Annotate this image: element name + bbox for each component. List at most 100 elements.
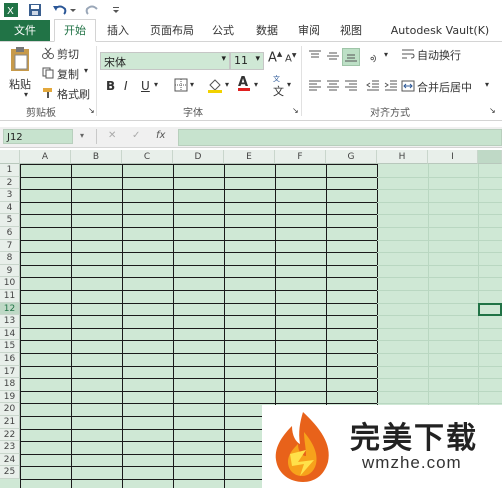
table-cell[interactable] xyxy=(173,441,225,455)
table-cell[interactable] xyxy=(122,353,174,367)
table-cell[interactable] xyxy=(122,214,174,228)
table-cell[interactable] xyxy=(326,164,378,178)
table-cell[interactable] xyxy=(122,365,174,380)
table-cell[interactable] xyxy=(20,164,72,178)
table-cell[interactable] xyxy=(275,214,327,228)
table-cell[interactable] xyxy=(71,201,123,216)
table-cell[interactable] xyxy=(224,164,276,178)
underline-button[interactable]: U xyxy=(141,79,150,93)
table-cell[interactable] xyxy=(71,227,123,241)
tab-review[interactable]: 审阅 xyxy=(292,20,326,41)
table-cell[interactable] xyxy=(20,390,72,405)
align-bottom-icon[interactable] xyxy=(342,48,360,66)
table-cell[interactable] xyxy=(122,390,174,405)
fill-color-icon[interactable] xyxy=(207,77,223,96)
table-cell[interactable] xyxy=(122,302,174,317)
table-cell[interactable] xyxy=(20,365,72,380)
table-cell[interactable] xyxy=(275,201,327,216)
table-cell[interactable] xyxy=(20,378,72,392)
shrink-font-button[interactable]: A▼ xyxy=(285,52,296,64)
font-name-select[interactable]: 宋体 ▾ xyxy=(100,52,230,70)
table-cell[interactable] xyxy=(224,227,276,241)
cut-button[interactable]: 剪切 xyxy=(57,46,79,62)
table-cell[interactable] xyxy=(20,441,72,455)
table-cell[interactable] xyxy=(173,466,225,480)
table-cell[interactable] xyxy=(122,453,174,468)
table-cell[interactable] xyxy=(326,340,378,354)
row-header-13[interactable]: 13 xyxy=(0,315,20,328)
tab-home[interactable]: 开始 xyxy=(54,19,96,42)
table-cell[interactable] xyxy=(224,214,276,228)
table-cell[interactable] xyxy=(71,403,123,417)
font-color-dropdown-icon[interactable]: ▾ xyxy=(254,80,258,89)
table-cell[interactable] xyxy=(122,403,174,417)
font-size-select[interactable]: 11 ▾ xyxy=(230,52,264,70)
table-cell[interactable] xyxy=(326,290,378,304)
table-cell[interactable] xyxy=(275,353,327,367)
row-header-20[interactable]: 20 xyxy=(0,403,20,416)
table-cell[interactable] xyxy=(20,176,72,191)
table-cell[interactable] xyxy=(326,239,378,254)
wrap-text-icon[interactable] xyxy=(401,47,415,64)
table-cell[interactable] xyxy=(71,277,123,291)
row-header-5[interactable]: 5 xyxy=(0,214,20,227)
font-launcher-icon[interactable]: ↘ xyxy=(292,106,299,115)
table-cell[interactable] xyxy=(20,302,72,317)
cut-icon[interactable] xyxy=(42,47,54,62)
table-cell[interactable] xyxy=(122,252,174,266)
fill-color-dropdown-icon[interactable]: ▾ xyxy=(225,80,229,89)
table-cell[interactable] xyxy=(71,378,123,392)
bold-button[interactable]: B xyxy=(106,79,115,93)
table-cell[interactable] xyxy=(122,327,174,342)
table-cell[interactable] xyxy=(173,403,225,417)
table-cell[interactable] xyxy=(71,302,123,317)
formula-input[interactable] xyxy=(178,129,502,146)
namebox-dropdown-icon[interactable]: ▾ xyxy=(80,131,84,140)
table-cell[interactable] xyxy=(173,201,225,216)
table-cell[interactable] xyxy=(275,252,327,266)
table-cell[interactable] xyxy=(173,315,225,329)
row-header-11[interactable]: 11 xyxy=(0,290,20,303)
table-cell[interactable] xyxy=(275,340,327,354)
table-cell[interactable] xyxy=(275,189,327,203)
table-cell[interactable] xyxy=(275,164,327,178)
table-cell[interactable] xyxy=(326,189,378,203)
table-cell[interactable] xyxy=(224,176,276,191)
table-cell[interactable] xyxy=(326,390,378,405)
table-cell[interactable] xyxy=(71,315,123,329)
row-header-6[interactable]: 6 xyxy=(0,227,20,240)
table-cell[interactable] xyxy=(122,201,174,216)
phonetic-dropdown-icon[interactable]: ▾ xyxy=(287,80,291,89)
table-cell[interactable] xyxy=(20,239,72,254)
table-cell[interactable] xyxy=(173,290,225,304)
merge-dropdown-icon[interactable]: ▾ xyxy=(485,80,489,89)
table-cell[interactable] xyxy=(20,466,72,480)
select-all-corner[interactable] xyxy=(0,150,20,164)
table-cell[interactable] xyxy=(122,227,174,241)
table-cell[interactable] xyxy=(71,189,123,203)
copy-icon[interactable] xyxy=(42,67,54,82)
table-cell[interactable] xyxy=(326,214,378,228)
row-header-22[interactable]: 22 xyxy=(0,428,20,442)
table-cell[interactable] xyxy=(122,416,174,430)
table-cell[interactable] xyxy=(173,214,225,228)
table-cell[interactable] xyxy=(71,264,123,279)
table-cell[interactable] xyxy=(326,378,378,392)
table-cell[interactable] xyxy=(326,252,378,266)
table-cell[interactable] xyxy=(326,264,378,279)
tab-formulas[interactable]: 公式 xyxy=(206,20,240,41)
table-cell[interactable] xyxy=(173,239,225,254)
row-header-4[interactable]: 4 xyxy=(0,201,20,215)
align-center-icon[interactable] xyxy=(326,80,340,95)
table-cell[interactable] xyxy=(20,290,72,304)
table-cell[interactable] xyxy=(71,479,123,488)
table-cell[interactable] xyxy=(173,428,225,443)
row-header-21[interactable]: 21 xyxy=(0,416,20,429)
table-cell[interactable] xyxy=(173,176,225,191)
row-header-16[interactable]: 16 xyxy=(0,353,20,366)
table-cell[interactable] xyxy=(20,416,72,430)
table-cell[interactable] xyxy=(275,277,327,291)
align-top-icon[interactable] xyxy=(308,50,322,65)
font-color-icon[interactable]: A xyxy=(238,75,250,91)
save-icon[interactable] xyxy=(28,3,42,17)
